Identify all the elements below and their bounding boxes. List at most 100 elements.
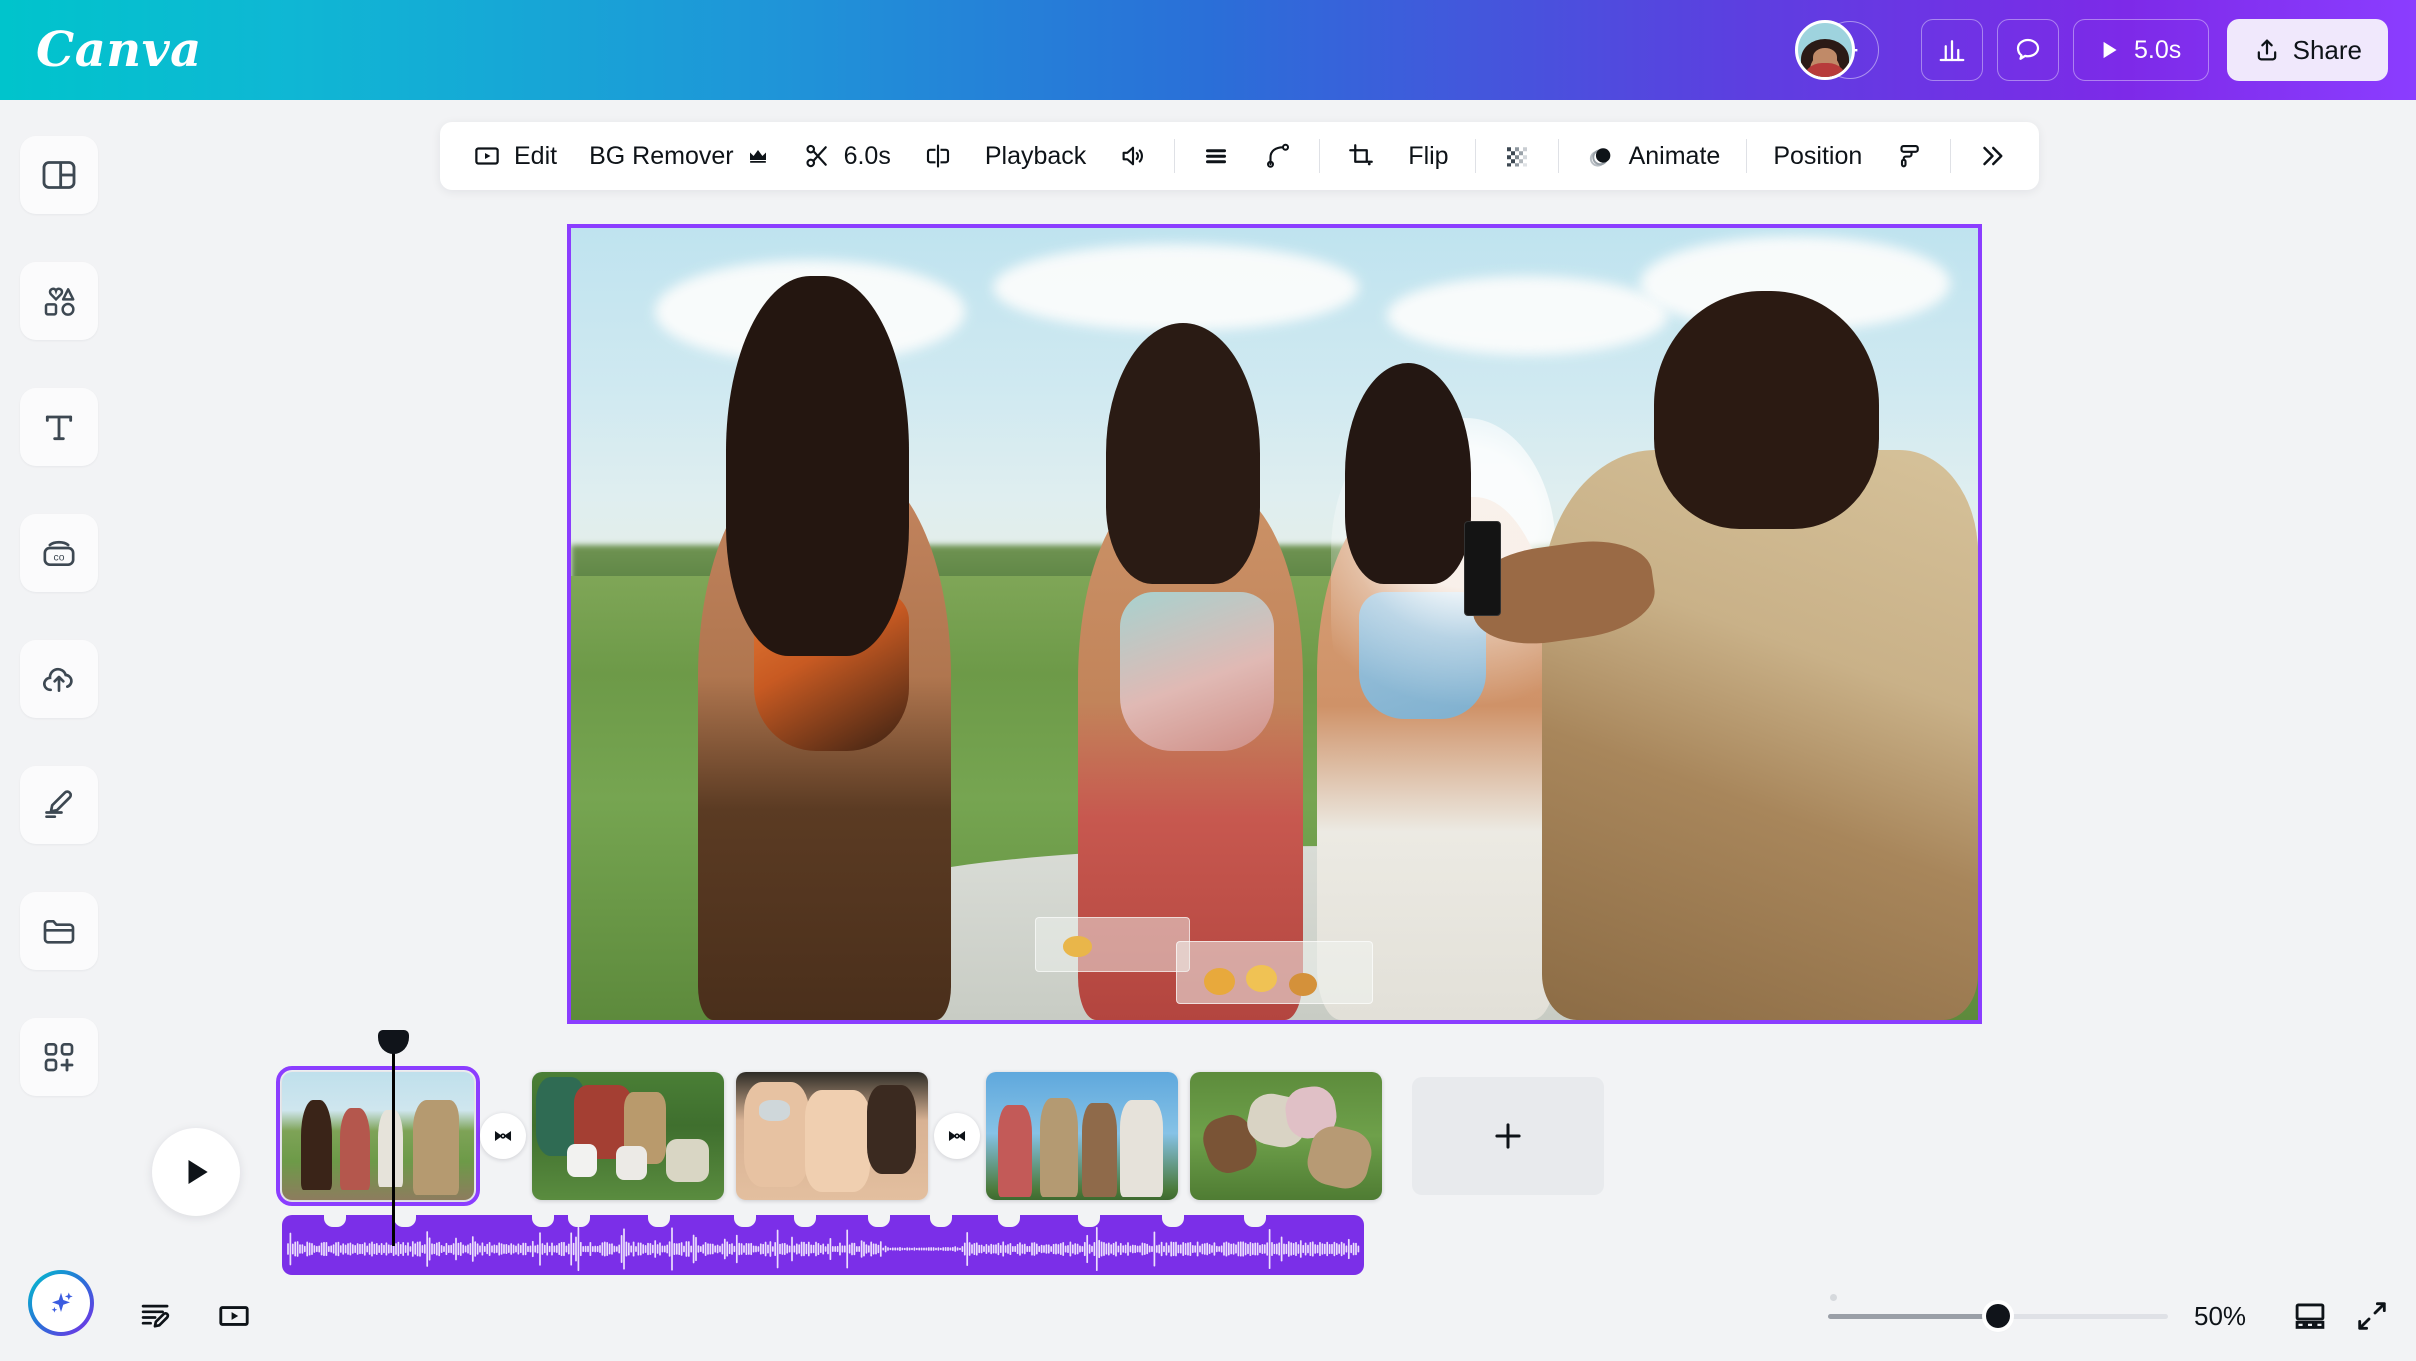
app-header: Canva + — [0, 0, 2416, 100]
transparency-button[interactable] — [1486, 130, 1548, 182]
divider — [1319, 139, 1321, 173]
notes-button[interactable] — [138, 1298, 174, 1334]
sidebar-item-projects[interactable] — [20, 892, 98, 970]
trim-button[interactable]: 6.0s — [786, 130, 907, 182]
paint-roller-button[interactable] — [1878, 130, 1940, 182]
flip-button[interactable]: Flip — [1392, 130, 1464, 182]
magic-studio-button[interactable] — [28, 1270, 94, 1336]
header-actions: + — [1794, 19, 2388, 81]
apps-grid-plus-icon — [44, 1043, 74, 1072]
playhead[interactable] — [378, 1030, 409, 1246]
left-sidebar: co — [0, 100, 118, 1361]
clip-thumbnail-1 — [282, 1072, 474, 1200]
divider — [1557, 139, 1559, 173]
scissors-icon — [802, 141, 832, 171]
audio-waveform: {} — [287, 1226, 1360, 1272]
person-2-hair — [1105, 323, 1261, 585]
adjust-button[interactable] — [1185, 130, 1247, 182]
person-4-hair — [1654, 291, 1880, 529]
svg-text:co: co — [54, 552, 65, 563]
bar-chart-icon — [1939, 40, 1964, 62]
insights-button[interactable] — [1920, 19, 1983, 81]
clip-thumbnail-5 — [1190, 1072, 1382, 1200]
fullscreen-button[interactable] — [2354, 1298, 2390, 1334]
split-button[interactable] — [907, 130, 969, 182]
animate-button[interactable]: Animate — [1569, 130, 1737, 182]
edit-button[interactable]: Edit — [456, 130, 573, 182]
animate-label: Animate — [1628, 141, 1721, 170]
canva-video-editor: Canva + — [0, 0, 2416, 1361]
sidebar-item-uploads[interactable] — [20, 640, 98, 718]
flip-label: Flip — [1408, 141, 1449, 170]
play-icon — [2103, 41, 2117, 59]
video-edit-icon — [472, 141, 502, 171]
play-icon — [188, 1160, 208, 1184]
magic-sparkle-icon — [32, 1274, 90, 1332]
share-button[interactable]: Share — [2226, 19, 2388, 81]
sidebar-item-apps[interactable] — [20, 1018, 98, 1096]
clip-thumbnail-4 — [986, 1072, 1178, 1200]
canva-logo[interactable]: Canva — [36, 26, 202, 74]
clip-thumbnail-3 — [736, 1072, 928, 1200]
playback-button[interactable]: Playback — [969, 130, 1102, 182]
pages-view-button[interactable] — [2292, 1298, 2328, 1334]
speaker-volume-icon — [1118, 141, 1148, 171]
position-button[interactable]: Position — [1757, 130, 1878, 182]
audio-waveform-track[interactable]: {} — [282, 1215, 1364, 1275]
timeline-video-icon — [219, 1306, 249, 1326]
transition-button[interactable] — [480, 1113, 526, 1159]
curve-button[interactable] — [1247, 130, 1309, 182]
selected-video-frame[interactable] — [567, 224, 1982, 1024]
sidebar-item-draw[interactable] — [20, 766, 98, 844]
crop-button[interactable] — [1330, 130, 1392, 182]
brand-camera-icon: co — [43, 540, 75, 566]
divider — [1174, 139, 1176, 173]
collaborators: + — [1794, 20, 1907, 80]
list-item[interactable] — [986, 1072, 1178, 1200]
more-options-button[interactable] — [1961, 130, 2023, 182]
divider — [1950, 139, 1952, 173]
fruit — [1063, 936, 1092, 957]
playhead-handle[interactable] — [378, 1030, 409, 1054]
canvas-area[interactable] — [567, 224, 1982, 1024]
zoom-min-dot — [1830, 1294, 1837, 1301]
volume-button[interactable] — [1102, 130, 1164, 182]
list-item[interactable] — [1190, 1072, 1382, 1200]
sidebar-item-text[interactable] — [20, 388, 98, 466]
share-label: Share — [2292, 34, 2362, 65]
person-3-hair — [1344, 362, 1472, 585]
preview-play-button[interactable]: 5.0s — [2072, 19, 2209, 81]
person-4 — [1541, 449, 1978, 1020]
bg-remover-button[interactable]: BG Remover — [573, 130, 785, 182]
clip-thumbnail-2 — [532, 1072, 724, 1200]
bg-remover-label: BG Remover — [589, 141, 734, 170]
timeline-toggle-button[interactable] — [216, 1298, 252, 1334]
sidebar-item-elements[interactable] — [20, 262, 98, 340]
zoom-value: 50% — [2194, 1300, 2247, 1331]
person-2-top — [1119, 592, 1275, 751]
divider — [1746, 139, 1748, 173]
zoom-slider[interactable] — [1828, 1294, 2168, 1328]
checkerboard-transparency-icon — [1502, 141, 1532, 171]
shapes-icon — [44, 287, 75, 316]
sidebar-item-brand[interactable]: co — [20, 514, 98, 592]
crop-icon — [1346, 141, 1376, 171]
object-toolbar: Edit BG Remover 6.0s Playback Flip Anima… — [440, 122, 2040, 190]
zoom-controls: 50% — [1828, 1294, 2390, 1334]
transition-bowtie-icon — [494, 1131, 512, 1141]
avatar[interactable] — [1794, 20, 1855, 80]
comments-button[interactable] — [1996, 19, 2059, 81]
zoom-slider-knob[interactable] — [1986, 1304, 2010, 1328]
double-chevron-right-icon — [1977, 141, 2007, 171]
cloud — [1387, 275, 1669, 355]
list-item[interactable] — [276, 1066, 480, 1206]
transition-button[interactable] — [934, 1113, 980, 1159]
sidebar-item-design[interactable] — [20, 136, 98, 214]
layout-panel-icon — [42, 161, 76, 189]
list-item[interactable] — [532, 1072, 724, 1200]
list-item[interactable] — [736, 1072, 928, 1200]
phone — [1464, 521, 1502, 617]
preview-duration: 5.0s — [2133, 35, 2182, 64]
timeline-play-button[interactable] — [152, 1128, 240, 1216]
add-page-button[interactable] — [1412, 1077, 1604, 1195]
